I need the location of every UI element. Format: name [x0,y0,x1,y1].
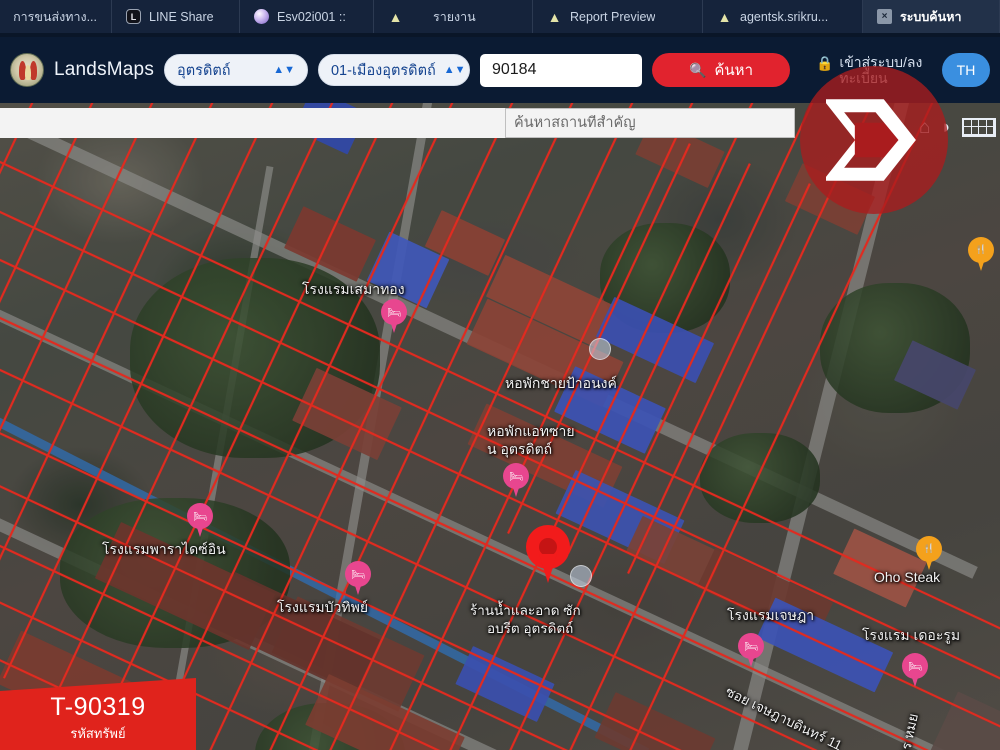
login-link[interactable]: 🔒 เข้าสู่ระบบ/ลงทะเบียน [816,54,932,86]
browser-tab-6-active[interactable]: × ระบบค้นหา [863,0,1000,33]
poi-search-input[interactable] [514,115,786,131]
browser-tab-label: agentsk.srikru... [740,9,829,24]
dol-seal-icon [10,53,44,87]
parcel-line [0,103,181,643]
close-favicon-icon: × [877,9,892,24]
parcel-line [385,103,721,750]
site-header: LandsMaps อุตรดิตถ์ ▲▼ 01-เมืองอุตรดิตถ์… [0,37,1000,103]
map-canvas[interactable]: บ้านสวนข้าวพนมผาโรงแรมเสมาทองหอพักชายป้า… [0,103,1000,750]
language-label: TH [956,62,976,78]
lock-icon: 🔒 [815,54,834,71]
district-value: 01-เมืองอุตรดิตถ์ [330,62,436,79]
parcel-line [445,103,781,750]
province-value: อุตรดิตถ์ [177,62,231,79]
browser-tab-label: ระบบค้นหา [900,9,962,24]
browser-tab-label: Report Preview [570,9,656,24]
login-label: เข้าสู่ระบบ/ลงทะเบียน [839,53,923,86]
browser-tab-label: รายงาน [433,9,476,24]
browser-tab-2[interactable]: Esv02i001 :: [240,0,374,33]
parcel-line [0,289,1000,750]
parcel-line [505,103,841,750]
property-code-caption: รหัสทรัพย์ [70,726,126,741]
search-icon: 🔍 [688,61,707,78]
poi-dot[interactable] [589,338,611,360]
browser-tab-strip: การขนส่งทาง... L LINE Share Esv02i001 ::… [0,0,1000,33]
parcel-line [0,103,121,625]
line-favicon-icon: L [126,9,141,24]
parcel-line [0,231,1000,732]
temple-favicon-icon: ▲ [717,8,732,25]
parcel-boundaries-layer [0,103,1000,750]
poi-search-box[interactable] [505,108,795,138]
property-code: T-90319 [50,693,146,721]
parcel-line [106,103,421,715]
browser-tab-0[interactable]: การขนส่งทาง... [0,0,112,33]
brand-logo[interactable]: LandsMaps [10,53,154,87]
browser-tab-label: Esv02i001 :: [277,9,346,24]
brand-name: LandsMaps [54,59,155,80]
browser-tab-5[interactable]: ▲ agentsk.srikru... [703,0,863,33]
parcel-line [625,103,961,750]
browser-tab-1[interactable]: L LINE Share [112,0,240,33]
browser-tab-label: LINE Share [149,9,214,24]
search-button-label: ค้นหา [714,62,753,79]
parcel-number-input[interactable] [479,53,642,87]
poi-dot[interactable] [570,565,592,587]
province-dropdown[interactable]: อุตรดิตถ์ ▲▼ [164,54,308,86]
measure-icon[interactable]: ◗ [941,118,952,137]
search-button[interactable]: 🔍 ค้นหา [651,53,790,87]
map-top-strip [0,108,510,138]
chevron-updown-icon: ▲▼ [443,63,466,76]
parcel-line [265,103,601,750]
parcel-line [627,183,811,574]
orb-favicon-icon [254,9,269,24]
map-toolbar: ⌂ ◗ [919,103,996,151]
chevron-updown-icon: ▲▼ [273,63,295,76]
parcel-line [0,103,21,607]
home-icon[interactable]: ⌂ [919,118,930,137]
parcel-line [54,103,361,697]
language-toggle-button[interactable]: TH [942,53,990,87]
browser-tab-4[interactable]: ▲ Report Preview [533,0,703,33]
layers-grid-icon[interactable] [962,117,996,137]
district-dropdown[interactable]: 01-เมืองอุตรดิตถ์ ▲▼ [317,54,470,86]
temple-favicon-icon: ▲ [388,8,403,25]
browser-tab-label: การขนส่งทาง... [13,9,97,24]
landsmaps-app: การขนส่งทาง... L LINE Share Esv02i001 ::… [0,0,1000,750]
parcel-line [158,103,481,733]
parcel-line [0,103,241,661]
temple-favicon-icon: ▲ [547,8,562,25]
browser-tab-3[interactable]: ▲ รายงาน [374,0,533,33]
